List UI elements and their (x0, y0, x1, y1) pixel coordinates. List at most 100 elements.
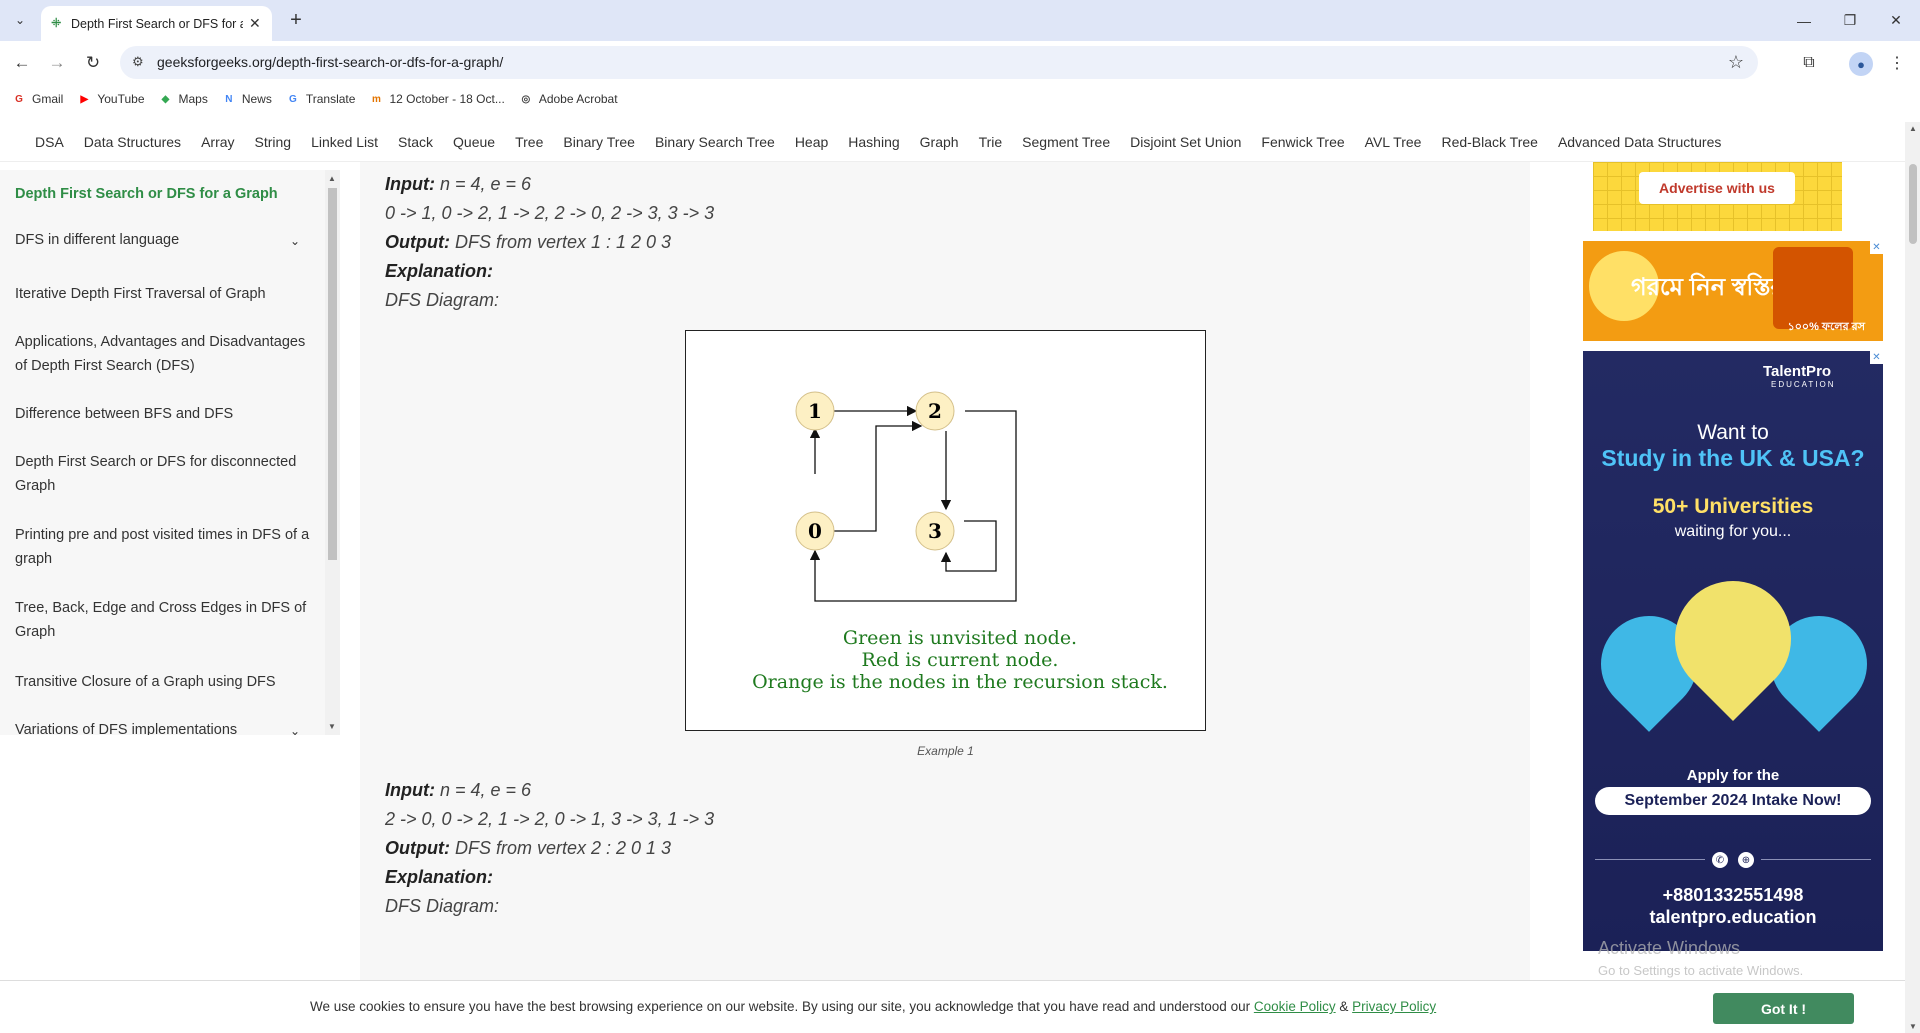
nav-item-disjoint-set-union[interactable]: Disjoint Set Union (1130, 134, 1241, 150)
nav-item-linked-list[interactable]: Linked List (311, 134, 378, 150)
cookie-message: We use cookies to ensure you have the be… (310, 999, 1436, 1014)
example1-explanation: Explanation: (385, 261, 493, 282)
sidebar-item[interactable]: Transitive Closure of a Graph using DFS (15, 670, 315, 694)
output-value: DFS from vertex 1 : 1 2 0 3 (449, 232, 672, 252)
example1-output: Output: DFS from vertex 1 : 1 2 0 3 (385, 232, 671, 253)
nav-item-binary-tree[interactable]: Binary Tree (563, 134, 635, 150)
privacy-policy-link[interactable]: Privacy Policy (1352, 999, 1436, 1014)
ad-divider (1595, 859, 1705, 860)
new-tab-plus-icon[interactable]: + (284, 8, 308, 32)
nav-item-queue[interactable]: Queue (453, 134, 495, 150)
sidebar-item[interactable]: Difference between BFS and DFS (15, 402, 315, 426)
window-close-icon[interactable]: ✕ (1873, 0, 1919, 41)
sidebar-scrollbar[interactable]: ▲ ▼ (325, 170, 340, 735)
watermark-line2: Go to Settings to activate Windows. (1598, 963, 1804, 978)
profile-avatar-icon[interactable]: ● (1849, 52, 1873, 76)
nav-item-string[interactable]: String (255, 134, 292, 150)
sidebar-item[interactable]: Iterative Depth First Traversal of Graph (15, 282, 315, 306)
bookmark-translate[interactable]: G Translate (286, 92, 355, 106)
nav-item-hashing[interactable]: Hashing (848, 134, 899, 150)
sidebar-item[interactable]: Applications, Advantages and Disadvantag… (15, 330, 315, 378)
nav-item-data-structures[interactable]: Data Structures (84, 134, 181, 150)
bengali-juice-ad[interactable]: গরমে নিন স্বস্তির ১০০% ফলের রস ✕ (1583, 241, 1883, 341)
output-value: DFS from vertex 2 : 2 0 1 3 (449, 838, 672, 858)
nav-item-dsa[interactable]: DSA (35, 134, 64, 150)
maps-icon: ◆ (161, 93, 170, 105)
ad-apply: Apply for the (1686, 767, 1780, 784)
cookie-policy-link[interactable]: Cookie Policy (1254, 999, 1336, 1014)
scroll-up-arrow-icon[interactable]: ▲ (1909, 124, 1917, 133)
output-label: Output: (385, 232, 450, 252)
youtube-icon: ▶ (80, 93, 89, 105)
page-scrollbar[interactable]: ▲ ▼ (1905, 122, 1920, 1033)
nav-item-binary-search-tree[interactable]: Binary Search Tree (655, 134, 775, 150)
chrome-menu-icon[interactable]: ⋮ (1884, 50, 1910, 76)
nav-item-trie[interactable]: Trie (979, 134, 1003, 150)
site-topic-nav: DSA Data Structures Array String Linked List… (0, 122, 1905, 162)
node-label: 2 (928, 399, 942, 423)
sidebar-item[interactable]: Tree, Back, Edge and Cross Edges in DFS … (15, 596, 315, 644)
dfs-diagram: 1 2 0 3 Green is unvisited node. Red is … (685, 330, 1206, 731)
reload-icon[interactable]: ↻ (80, 50, 106, 76)
page-scroll-thumb[interactable] (1909, 164, 1917, 244)
ad-close-icon[interactable]: ✕ (1870, 241, 1883, 254)
site-info-icon[interactable]: ⚙ (132, 54, 144, 70)
example2-explanation: Explanation: (385, 867, 493, 888)
sidebar-item-dfs-variations[interactable]: Variations of DFS implementations (15, 718, 315, 735)
talentpro-ad[interactable]: ✕ TalentPro EDUCATION Want to Study in th… (1583, 351, 1883, 951)
bookmark-maps[interactable]: ◆ Maps (159, 92, 208, 106)
sidebar-item[interactable]: Depth First Search or DFS for disconnect… (15, 450, 315, 498)
nav-item-avl-tree[interactable]: AVL Tree (1365, 134, 1422, 150)
bookmarks-bar: G Gmail ▶ YouTube ◆ Maps N News G Translate m 12 Oc… (0, 84, 1920, 114)
bookmark-gmail[interactable]: G Gmail (12, 92, 63, 106)
example1-diagram-label: DFS Diagram: (385, 290, 500, 310)
ad-close-icon[interactable]: ✕ (1870, 351, 1883, 364)
forward-arrow-icon[interactable]: → (44, 50, 70, 76)
ad-universities: 50+ Universities (1652, 495, 1814, 518)
extensions-puzzle-icon[interactable]: ⧉ (1796, 50, 1822, 76)
bookmark-star-icon[interactable]: ☆ (1728, 52, 1744, 73)
cookie-banner: We use cookies to ensure you have the be… (0, 980, 1905, 1033)
bookmark-news[interactable]: N News (222, 92, 272, 106)
nav-item-red-black-tree[interactable]: Red-Black Tree (1441, 134, 1537, 150)
browser-tab-active[interactable]: ꔰ Depth First Search or DFS for a Graph … (41, 6, 272, 41)
advertise-with-us-button[interactable]: Advertise with us (1639, 172, 1795, 204)
sidebar-item-active[interactable]: Depth First Search or DFS for a Graph (15, 182, 315, 206)
got-it-button[interactable]: Got It ! (1713, 993, 1854, 1024)
address-bar[interactable]: ⚙ geeksforgeeks.org/depth-first-search-o… (120, 46, 1758, 79)
nav-item-stack[interactable]: Stack (398, 134, 433, 150)
nav-item-heap[interactable]: Heap (795, 134, 828, 150)
sidebar-item-dfs-languages[interactable]: DFS in different language (15, 228, 315, 252)
bookmark-acrobat[interactable]: ◎ Adobe Acrobat (519, 92, 618, 106)
node-label: 3 (928, 519, 942, 543)
url-text[interactable]: geeksforgeeks.org/depth-first-search-or-… (157, 54, 503, 70)
nav-item-fenwick-tree[interactable]: Fenwick Tree (1261, 134, 1344, 150)
dfs-graph-svg: 1 2 0 3 Green is unvisited node. Red is … (752, 391, 1168, 693)
sidebar-item[interactable]: Printing pre and post visited times in D… (15, 523, 315, 571)
browser-toolbar: ← → ↻ ⚙ geeksforgeeks.org/depth-first-se… (0, 41, 1920, 84)
node-label: 1 (808, 399, 822, 423)
scroll-down-arrow-icon[interactable]: ▼ (1909, 1022, 1917, 1031)
bookmark-youtube[interactable]: ▶ YouTube (77, 92, 144, 106)
scroll-up-arrow-icon[interactable]: ▲ (328, 174, 336, 183)
tab-close-icon[interactable]: ✕ (249, 15, 261, 32)
nav-item-advanced-data-structures[interactable]: Advanced Data Structures (1558, 134, 1721, 150)
tab-search-chevron-icon[interactable]: ⌄ (8, 8, 32, 32)
chevron-down-icon[interactable]: ⌄ (290, 724, 300, 735)
edge-2-0 (809, 410, 1017, 602)
sidebar-scroll-thumb[interactable] (328, 188, 337, 560)
restore-icon[interactable]: ❐ (1827, 0, 1873, 41)
bookmark-label: Adobe Acrobat (538, 92, 618, 106)
nav-item-graph[interactable]: Graph (920, 134, 959, 150)
nav-item-tree[interactable]: Tree (515, 134, 543, 150)
chevron-down-icon[interactable]: ⌄ (290, 234, 300, 248)
back-arrow-icon[interactable]: ← (9, 50, 35, 76)
scroll-down-arrow-icon[interactable]: ▼ (328, 722, 336, 731)
nav-item-segment-tree[interactable]: Segment Tree (1022, 134, 1110, 150)
minimize-icon[interactable]: — (1781, 0, 1827, 41)
nav-item-array[interactable]: Array (201, 134, 234, 150)
globe-icon: ⊕ (1738, 852, 1754, 868)
ad-headline: গরমে নিন স্বস্তির (1631, 274, 1784, 301)
bookmark-calendar[interactable]: m 12 October - 18 Oct... (369, 92, 505, 106)
example1-edges: 0 -> 1, 0 -> 2, 1 -> 2, 2 -> 0, 2 -> 3, … (385, 203, 715, 223)
